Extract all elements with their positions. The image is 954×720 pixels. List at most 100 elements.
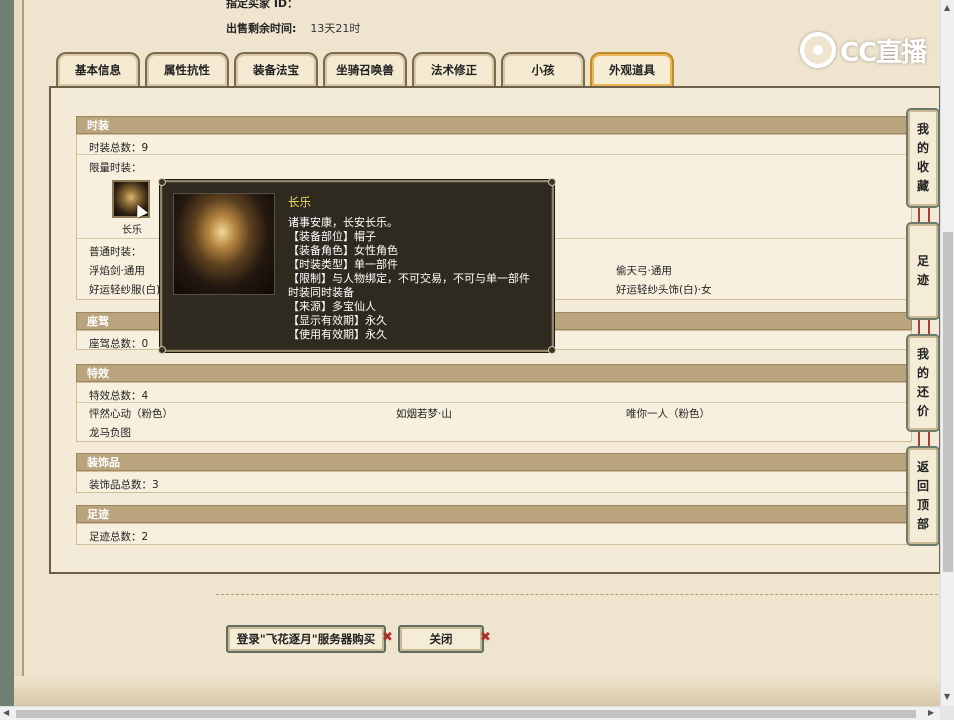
my-bids-button[interactable]: 我 的 还 价	[906, 334, 940, 432]
tooltip-description: 诸事安康，长安长乐。 【装备部位】帽子 【装备角色】女性角色 【时装类型】单一部…	[288, 216, 530, 342]
corner-ornament-icon	[548, 346, 556, 354]
tab-equipment[interactable]: 装备法宝	[234, 52, 318, 86]
section-body-effects	[76, 382, 912, 442]
tab-label: 基本信息	[75, 63, 121, 77]
back-to-top-button[interactable]: 返 回 顶 部	[906, 446, 940, 546]
tooltip-line: 【限制】与人物绑定，不可交易，不可与单一部件	[288, 272, 530, 285]
tooltip-title: 长乐	[288, 195, 311, 209]
fashion-item: 浮焰剑·通用	[89, 265, 145, 277]
section-body-accessories	[76, 471, 912, 493]
normal-fashion-label: 普通时装：	[89, 246, 142, 258]
scroll-up-icon[interactable]: ▲	[944, 3, 950, 12]
tab-label: 法术修正	[431, 63, 477, 77]
tooltip-line: 【使用有效期】永久	[288, 328, 387, 341]
vertical-scrollbar[interactable]: ▲ ▼	[940, 0, 954, 706]
tab-label: 外观道具	[609, 63, 655, 77]
item-tooltip: 长乐 诸事安康，长安长乐。 【装备部位】帽子 【装备角色】女性角色 【时装类型】…	[158, 178, 556, 354]
accessories-total: 装饰品总数：3	[89, 479, 159, 491]
effect-item: 龙马负图	[89, 427, 131, 439]
side-button-char: 顶	[916, 498, 929, 512]
sale-time-label: 出售剩余时间:	[226, 22, 297, 35]
side-button-char: 返	[916, 460, 929, 474]
close-button[interactable]: 关闭	[398, 625, 484, 653]
fashion-item: 偷天弓·通用	[616, 265, 672, 277]
scrollbar-thumb[interactable]	[16, 710, 916, 718]
divider	[77, 402, 911, 403]
tab-label: 属性抗性	[164, 63, 210, 77]
tooltip-line: 时装同时装备	[288, 286, 354, 299]
cc-logo-icon	[800, 32, 836, 68]
effect-item: 怦然心动（粉色）	[89, 408, 173, 420]
button-label: 登录"飞花逐月"服务器购买	[236, 632, 376, 646]
sale-time-row: 出售剩余时间: 13天21时	[226, 20, 360, 36]
effects-total: 特效总数：4	[89, 390, 149, 402]
watermark-text: CC直播	[840, 37, 927, 68]
side-connector	[918, 320, 930, 334]
tooltip-line: 【装备角色】女性角色	[288, 244, 398, 257]
buy-on-server-button[interactable]: 登录"飞花逐月"服务器购买	[226, 625, 386, 653]
tooltip-line: 【显示有效期】永久	[288, 314, 387, 327]
tooltip-line: 【时装类型】单一部件	[288, 258, 398, 271]
tab-mounts-pets[interactable]: 坐骑召唤兽	[323, 52, 407, 86]
side-button-char: 回	[916, 479, 929, 493]
tab-basic-info[interactable]: 基本信息	[56, 52, 140, 86]
side-button-char: 足	[916, 254, 929, 268]
section-header-footprints: 足迹	[76, 505, 912, 523]
frame-bottom-edge	[14, 676, 940, 706]
buyer-id-label: 指定买家 ID：	[226, 0, 299, 10]
side-button-char: 我	[916, 122, 929, 136]
scroll-left-icon[interactable]: ◀	[3, 708, 9, 717]
effect-item: 唯你一人（粉色）	[626, 408, 710, 420]
section-header-effects: 特效	[76, 364, 912, 382]
scroll-down-icon[interactable]: ▼	[944, 692, 950, 701]
section-header-fashion: 时装	[76, 116, 912, 134]
tab-label: 装备法宝	[253, 63, 299, 77]
side-button-char: 还	[916, 385, 929, 399]
tab-children[interactable]: 小孩	[501, 52, 585, 86]
tab-attributes[interactable]: 属性抗性	[145, 52, 229, 86]
tooltip-line: 【装备部位】帽子	[288, 230, 376, 243]
fashion-item: 好运轻纱头饰(白)·女	[616, 284, 712, 296]
footprints-total: 足迹总数：2	[89, 531, 149, 543]
tab-label: 坐骑召唤兽	[336, 63, 394, 77]
side-button-char: 价	[916, 404, 929, 418]
fashion-total: 时装总数：9	[89, 142, 149, 154]
tooltip-line: 【来源】多宝仙人	[288, 300, 376, 313]
button-label: 关闭	[429, 632, 453, 646]
footprints-button[interactable]: 足 迹	[906, 222, 940, 320]
sale-time-value: 13天21时	[310, 22, 361, 35]
x-mark-icon: ✖	[382, 630, 393, 645]
side-button-char: 的	[916, 141, 929, 155]
scrollbar-thumb[interactable]	[943, 232, 953, 572]
effect-item: 如烟若梦·山	[396, 408, 452, 420]
side-button-char: 部	[916, 517, 929, 531]
tab-label: 小孩	[531, 63, 555, 77]
tab-spell-modifiers[interactable]: 法术修正	[412, 52, 496, 86]
tooltip-item-image	[173, 193, 275, 295]
side-button-char: 藏	[916, 179, 929, 193]
side-connector	[918, 208, 930, 222]
scrollbar-corner	[940, 706, 954, 720]
tab-appearance-items[interactable]: 外观道具	[590, 52, 674, 86]
side-button-char: 收	[916, 160, 929, 174]
x-mark-icon: ✖	[480, 630, 491, 645]
fashion-item-label: 长乐	[122, 225, 142, 236]
corner-ornament-icon	[548, 178, 556, 186]
divider	[77, 154, 911, 155]
tooltip-line: 诸事安康，长安长乐。	[288, 216, 398, 229]
side-button-char: 我	[916, 347, 929, 361]
my-favorites-button[interactable]: 我 的 收 藏	[906, 108, 940, 208]
divider	[216, 594, 938, 595]
side-button-char: 的	[916, 366, 929, 380]
horizontal-scrollbar[interactable]: ◀ ▶	[0, 706, 940, 720]
side-button-char: 迹	[916, 273, 929, 287]
section-body-footprints	[76, 523, 912, 545]
side-connector	[918, 432, 930, 446]
mount-total: 座驾总数：0	[89, 338, 149, 350]
section-header-accessories: 装饰品	[76, 453, 912, 471]
watermark: CC直播	[800, 30, 927, 70]
limited-fashion-label: 限量时装：	[89, 162, 142, 174]
scroll-right-icon[interactable]: ▶	[928, 708, 934, 717]
corner-ornament-icon	[158, 346, 166, 354]
corner-ornament-icon	[158, 178, 166, 186]
